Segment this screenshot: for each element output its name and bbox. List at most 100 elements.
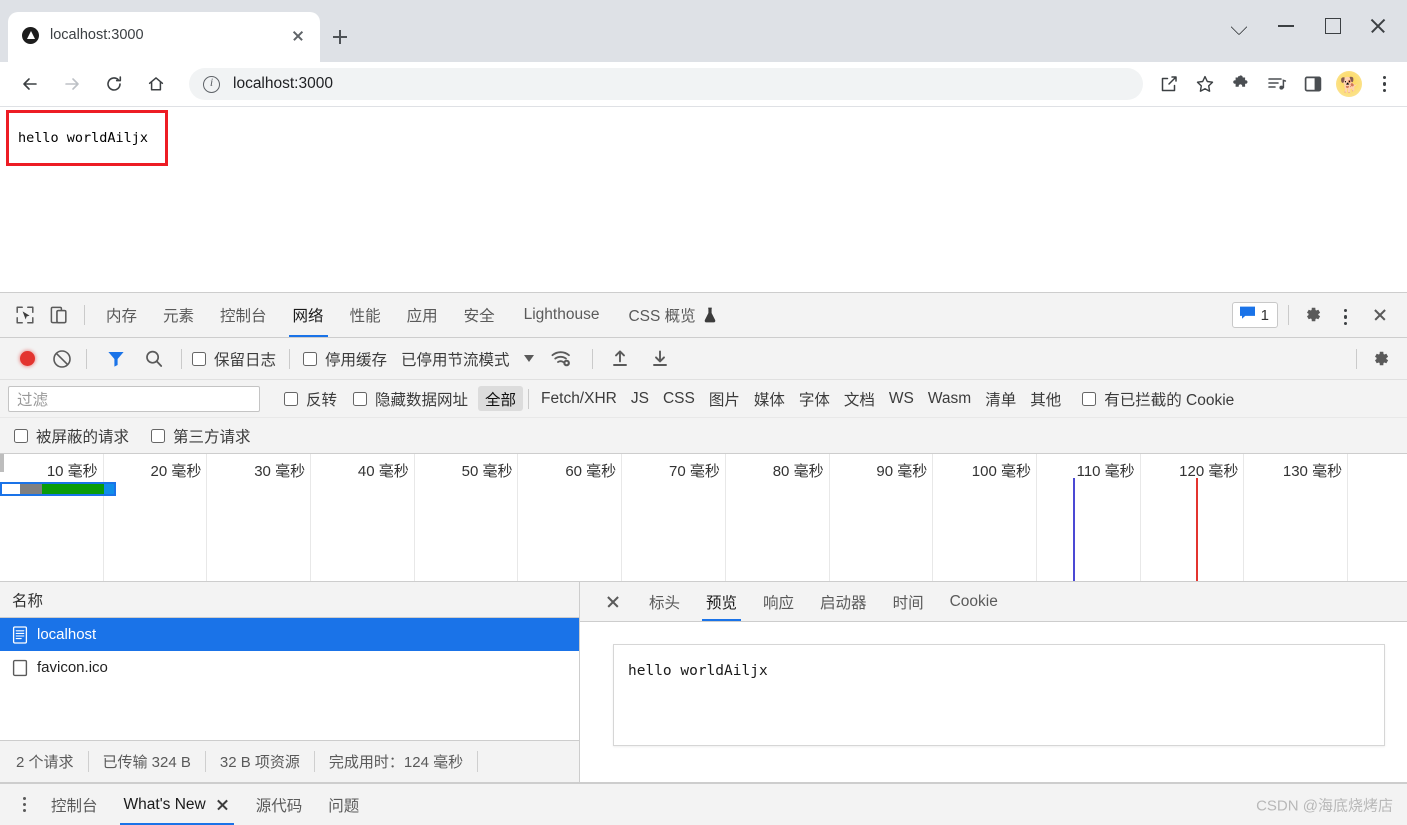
close-tab-icon[interactable] (286, 23, 310, 47)
filter-type-doc[interactable]: 文档 (837, 386, 882, 411)
overview-tick-label: 60 毫秒 (565, 460, 616, 481)
funnel-filter-icon[interactable] (97, 343, 135, 375)
checkbox-box (151, 429, 165, 443)
tab-cookie[interactable]: Cookie (937, 582, 1011, 621)
table-row[interactable]: localhost (0, 618, 579, 651)
tab-headers[interactable]: 标头 (636, 582, 693, 621)
drawer-tab-console[interactable]: 控制台 (38, 784, 111, 825)
chip-label: 全部 (485, 388, 516, 410)
page-highlight-box: hello worldAiljx (6, 110, 168, 166)
back-icon[interactable] (11, 65, 49, 103)
reload-icon[interactable] (95, 65, 133, 103)
profile-avatar[interactable]: 🐕 (1336, 71, 1362, 97)
tab-title: localhost:3000 (50, 27, 286, 43)
network-conditions-wifi-icon[interactable] (542, 343, 584, 375)
third-party-checkbox[interactable]: 第三方请求 (151, 425, 251, 447)
tab-search-icon[interactable] (1217, 8, 1263, 42)
filter-type-manifest[interactable]: 清单 (978, 386, 1023, 411)
tab-security[interactable]: 安全 (451, 293, 508, 337)
hide-data-urls-checkbox[interactable]: 隐藏数据网址 (353, 388, 468, 410)
tab-response[interactable]: 响应 (750, 582, 807, 621)
tab-performance[interactable]: 性能 (337, 293, 394, 337)
tab-lighthouse[interactable]: Lighthouse (508, 293, 616, 337)
filter-type-font[interactable]: 字体 (792, 386, 837, 411)
extensions-puzzle-icon[interactable] (1223, 66, 1259, 102)
request-list-pane: 名称 localhost favicon.ico (0, 582, 580, 782)
filter-type-image[interactable]: 图片 (702, 386, 747, 411)
checkbox-box (353, 392, 367, 406)
checkbox-box (284, 392, 298, 406)
preview-body: hello worldAiljx (580, 622, 1407, 782)
address-bar[interactable]: localhost:3000 (189, 68, 1143, 100)
close-window-icon[interactable] (1355, 8, 1401, 42)
document-icon (12, 626, 28, 644)
tab-css-overview[interactable]: CSS 概览 (615, 293, 729, 337)
drawer-tab-sources[interactable]: 源代码 (243, 784, 316, 825)
tab-preview[interactable]: 预览 (693, 582, 750, 621)
throttling-dropdown[interactable]: 已停用节流模式 (401, 348, 534, 370)
clear-button[interactable] (42, 343, 82, 375)
search-icon[interactable] (135, 343, 175, 375)
record-button[interactable] (12, 343, 42, 375)
minimize-icon[interactable] (1263, 8, 1309, 42)
blocked-requests-checkbox[interactable]: 被屏蔽的请求 (14, 425, 129, 447)
filter-type-js[interactable]: JS (624, 386, 656, 411)
blocked-cookies-checkbox[interactable]: 有已拦截的 Cookie (1082, 388, 1234, 410)
chip-label: WS (889, 390, 914, 408)
drawer-more-kebab-icon[interactable] (10, 790, 38, 820)
export-har-download-icon[interactable] (641, 343, 681, 375)
chrome-menu-kebab-icon[interactable] (1367, 66, 1401, 102)
close-detail-icon[interactable] (598, 587, 628, 617)
tab-application[interactable]: 应用 (394, 293, 451, 337)
more-options-kebab-icon[interactable] (1329, 299, 1363, 331)
tab-elements[interactable]: 元素 (150, 293, 207, 337)
request-rows: localhost favicon.ico (0, 618, 579, 740)
home-icon[interactable] (137, 65, 175, 103)
browser-tab[interactable]: localhost:3000 (8, 12, 320, 62)
disable-cache-checkbox[interactable]: 停用缓存 (303, 348, 387, 370)
filter-type-css[interactable]: CSS (656, 386, 702, 411)
import-har-upload-icon[interactable] (601, 343, 641, 375)
filter-input[interactable]: 过滤 (8, 386, 260, 412)
filter-type-other[interactable]: 其他 (1023, 386, 1068, 411)
device-toolbar-icon[interactable] (42, 299, 76, 331)
filter-type-media[interactable]: 媒体 (747, 386, 792, 411)
tab-label: CSS 概览 (628, 304, 695, 326)
close-devtools-icon[interactable] (1363, 299, 1397, 331)
tab-memory[interactable]: 内存 (93, 293, 150, 337)
settings-gear-icon[interactable] (1295, 299, 1329, 331)
close-tab-icon[interactable] (215, 797, 230, 812)
preserve-log-checkbox[interactable]: 保留日志 (192, 348, 276, 370)
overview-event-line-domcontentloaded (1073, 478, 1075, 582)
network-settings-gear-icon[interactable] (1363, 343, 1397, 375)
side-panel-icon[interactable] (1295, 66, 1331, 102)
tab-label: 预览 (706, 591, 737, 613)
tab-network[interactable]: 网络 (280, 293, 337, 337)
media-list-icon[interactable] (1259, 66, 1295, 102)
site-info-icon[interactable] (203, 76, 220, 93)
preview-content: hello worldAiljx (613, 644, 1385, 746)
drawer-tab-whats-new[interactable]: What's New (111, 784, 243, 825)
overview-bar-segment (42, 484, 104, 494)
star-icon[interactable] (1187, 66, 1223, 102)
table-row[interactable]: favicon.ico (0, 651, 579, 684)
drawer-tab-issues[interactable]: 问题 (315, 784, 372, 825)
network-blocked-bar: 被屏蔽的请求 第三方请求 (0, 418, 1407, 454)
forward-icon[interactable] (53, 65, 91, 103)
tab-timing[interactable]: 时间 (880, 582, 937, 621)
filter-type-all[interactable]: 全部 (478, 386, 523, 411)
filter-type-wasm[interactable]: Wasm (921, 386, 978, 411)
inspect-element-icon[interactable] (8, 299, 42, 331)
filter-type-ws[interactable]: WS (882, 386, 921, 411)
request-column-header[interactable]: 名称 (0, 582, 579, 618)
new-tab-button[interactable] (326, 23, 354, 51)
invert-checkbox[interactable]: 反转 (284, 388, 337, 410)
tab-console[interactable]: 控制台 (207, 293, 280, 337)
message-count-badge[interactable]: 1 (1232, 302, 1278, 328)
filter-type-fetch-xhr[interactable]: Fetch/XHR (534, 386, 624, 411)
maximize-icon[interactable] (1309, 8, 1355, 42)
tab-initiator[interactable]: 启动器 (807, 582, 880, 621)
share-icon[interactable] (1151, 66, 1187, 102)
devtools-tabbar: 内存 元素 控制台 网络 性能 应用 安全 Lighthouse CSS 概览 … (0, 293, 1407, 338)
network-overview-timeline[interactable]: 10 毫秒20 毫秒30 毫秒40 毫秒50 毫秒60 毫秒70 毫秒80 毫秒… (0, 454, 1407, 582)
